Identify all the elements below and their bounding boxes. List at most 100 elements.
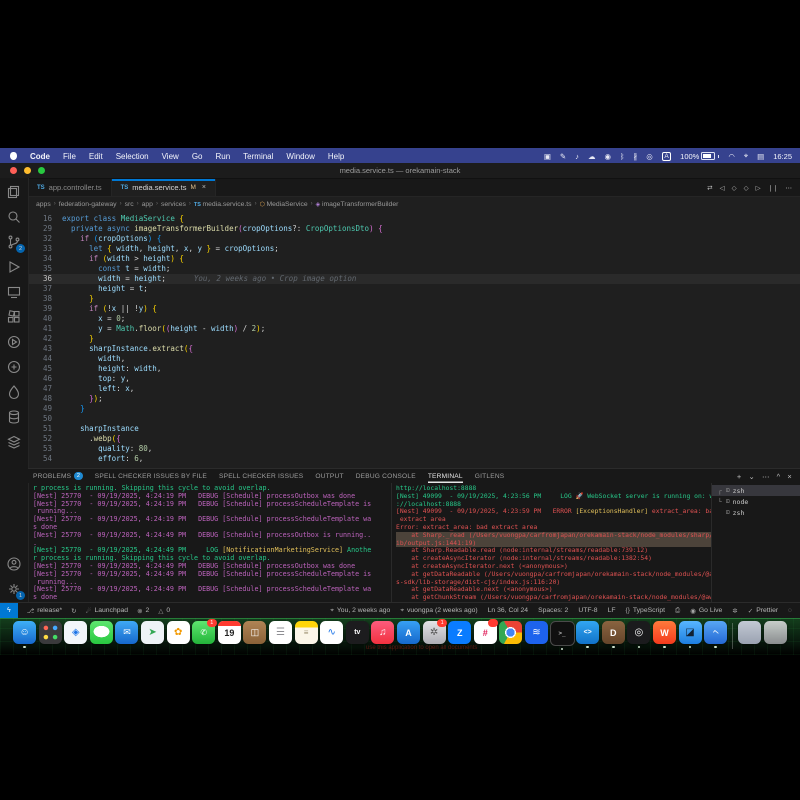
menu-item-selection[interactable]: Selection: [116, 152, 149, 161]
menu-item-run[interactable]: Run: [215, 152, 230, 161]
breadcrumb-item-imageTransformerBuilder[interactable]: ◈ imageTransformerBuilder: [316, 201, 399, 208]
dock-xcode-icon[interactable]: ⌐: [704, 621, 728, 648]
code-line[interactable]: 52 .webp({: [28, 434, 800, 444]
code-line[interactable]: 42 }: [28, 334, 800, 344]
code-line[interactable]: 44 width,: [28, 354, 800, 364]
window-titlebar[interactable]: media.service.ts — orekamain-stack: [0, 163, 800, 179]
remote-indicator[interactable]: ϟ: [0, 603, 18, 618]
panel-tab-gitlens[interactable]: GITLENS: [475, 469, 505, 483]
dock-app-store-icon[interactable]: A: [397, 621, 421, 648]
code-line[interactable]: 41 y = Math.floor((height - width) / 2);: [28, 324, 800, 334]
terminal-dropdown-icon[interactable]: ⌄: [748, 472, 754, 481]
status-printer[interactable]: ⎙: [675, 607, 680, 615]
code-line[interactable]: 34 if (width > height) {: [28, 254, 800, 264]
dock-messages-icon[interactable]: [89, 621, 113, 648]
panel-tab-output[interactable]: OUTPUT: [315, 469, 343, 483]
status-ln-36-col-24[interactable]: Ln 36, Col 24: [488, 607, 528, 614]
maximize-panel-icon[interactable]: ^: [777, 472, 781, 481]
status-prettier[interactable]: ✓Prettier: [748, 607, 778, 615]
breadcrumb-item-app[interactable]: app: [142, 201, 153, 208]
code-line[interactable]: 36 width = height;You, 2 weeks ago • Cro…: [28, 274, 800, 284]
wifi-icon[interactable]: ◠: [728, 152, 735, 161]
panel-tab-problems[interactable]: PROBLEMS2: [33, 469, 83, 483]
bluetooth-icon[interactable]: ᛒ: [620, 152, 625, 161]
explorer-icon[interactable]: [5, 184, 23, 200]
editor-action-icon-1[interactable]: ◁: [720, 184, 725, 192]
status-0[interactable]: △0: [158, 607, 170, 615]
code-line[interactable]: 39 if (!x || !y) {: [28, 304, 800, 314]
code-line[interactable]: 48 });: [28, 394, 800, 404]
dock-music-icon[interactable]: ♫: [371, 621, 395, 648]
status-gear[interactable]: ✲: [732, 607, 737, 615]
panel-tab-terminal[interactable]: TERMINAL: [428, 469, 463, 483]
dock-wps-office-icon[interactable]: W: [652, 621, 676, 648]
screen-mirroring-icon[interactable]: ▣: [544, 152, 551, 161]
dock-obs-icon[interactable]: ◎: [627, 621, 651, 648]
code-line[interactable]: 47 left: x,: [28, 384, 800, 394]
database-icon[interactable]: [5, 409, 23, 425]
debug-alt-icon[interactable]: [5, 359, 23, 375]
menu-item-view[interactable]: View: [162, 152, 179, 161]
shortcuts-icon[interactable]: ∦: [634, 152, 638, 161]
editor-action-icon-0[interactable]: ⇄: [707, 184, 712, 192]
code-editor[interactable]: 16export class MediaService {29 private …: [28, 211, 800, 468]
tab-app.controller.ts[interactable]: TSapp.controller.ts: [28, 179, 112, 196]
code-line[interactable]: 45 height: width,: [28, 364, 800, 374]
tab-media.service.ts[interactable]: TSmedia.service.tsM×: [112, 179, 216, 196]
menu-item-help[interactable]: Help: [328, 152, 344, 161]
status-lf[interactable]: LF: [608, 607, 616, 614]
menu-item-go[interactable]: Go: [192, 152, 203, 161]
breadcrumb[interactable]: apps›federation-gateway›src›app›services…: [36, 197, 800, 211]
dock-vscode-icon[interactable]: <>: [576, 621, 600, 648]
code-line[interactable]: 46 top: y,: [28, 374, 800, 384]
dock-chrome-icon[interactable]: [499, 621, 523, 648]
editor-action-icon-5[interactable]: ❘❘: [768, 184, 779, 192]
pen-icon[interactable]: ✎: [560, 152, 566, 161]
status-spaces-2[interactable]: Spaces: 2: [538, 607, 568, 614]
code-line[interactable]: 37 height = t;: [28, 284, 800, 294]
code-line[interactable]: 32 if (cropOptions) {: [28, 234, 800, 244]
editor-action-icon-3[interactable]: ◇: [744, 184, 749, 192]
dock-reminders-icon[interactable]: ☰: [269, 621, 293, 648]
breadcrumb-item-services[interactable]: services: [161, 201, 186, 208]
terminal-session-node[interactable]: └⊡node: [712, 496, 800, 507]
code-line[interactable]: 35 const t = width;: [28, 264, 800, 274]
status-you-2-weeks-ago[interactable]: ⌖You, 2 weeks ago: [330, 607, 390, 615]
close-panel-icon[interactable]: ×: [787, 472, 792, 481]
menu-item-window[interactable]: Window: [286, 152, 314, 161]
dock-system-settings-icon[interactable]: ✲1: [422, 621, 446, 648]
dock-terminal-app-icon[interactable]: >_: [550, 621, 574, 650]
terminal-session-zsh[interactable]: ┌⊡zsh: [712, 485, 800, 496]
dock-docker-icon[interactable]: ≋: [524, 621, 548, 648]
dock-contacts-icon[interactable]: ◫: [243, 621, 267, 648]
source-control-icon[interactable]: 2: [5, 234, 23, 250]
dock-facetime-icon[interactable]: ✆1: [192, 621, 216, 648]
spotlight-icon[interactable]: ⌖: [744, 151, 748, 161]
dock-dbeaver-icon[interactable]: D: [601, 621, 625, 648]
code-line[interactable]: 29 private async imageTransformerBuilder…: [28, 224, 800, 234]
code-line[interactable]: 40 x = 0;: [28, 314, 800, 324]
breadcrumb-item-src[interactable]: src: [125, 201, 134, 208]
menu-item-file[interactable]: File: [63, 152, 76, 161]
status-vuongpa-2-weeks-ago-[interactable]: ⌖vuongpa (2 weeks ago): [400, 607, 477, 615]
status-launchpad[interactable]: ☄Launchpad: [86, 607, 128, 615]
editor-action-icon-2[interactable]: ◇: [732, 184, 737, 192]
status-release-[interactable]: ⎇release*: [27, 607, 62, 615]
dock-dev-app-icon[interactable]: ◪: [678, 621, 702, 648]
run-debug-icon[interactable]: [5, 259, 23, 275]
dock-apple-tv-icon[interactable]: tv: [345, 621, 369, 648]
remote-explorer-icon[interactable]: [5, 284, 23, 300]
code-line[interactable]: 53 quality: 80,: [28, 444, 800, 454]
dock-trash-icon[interactable]: [763, 621, 787, 648]
record-icon[interactable]: ◎: [646, 152, 653, 161]
dock-maps-icon[interactable]: ➤: [141, 621, 165, 648]
dock-downloads-folder-icon[interactable]: [738, 621, 762, 648]
panel-tab-spell-checker-issues-by-file[interactable]: SPELL CHECKER ISSUES BY FILE: [95, 469, 207, 483]
status-2[interactable]: ⊗2: [137, 607, 149, 615]
hotspot-icon[interactable]: ◉: [604, 152, 611, 161]
dock-safari-icon[interactable]: ◈: [64, 621, 88, 648]
dock-finder-icon[interactable]: ☺: [13, 621, 37, 648]
apple-menu-icon[interactable]: [10, 152, 17, 160]
layers-icon[interactable]: [5, 434, 23, 450]
cloud-icon[interactable]: ☁: [588, 152, 596, 161]
